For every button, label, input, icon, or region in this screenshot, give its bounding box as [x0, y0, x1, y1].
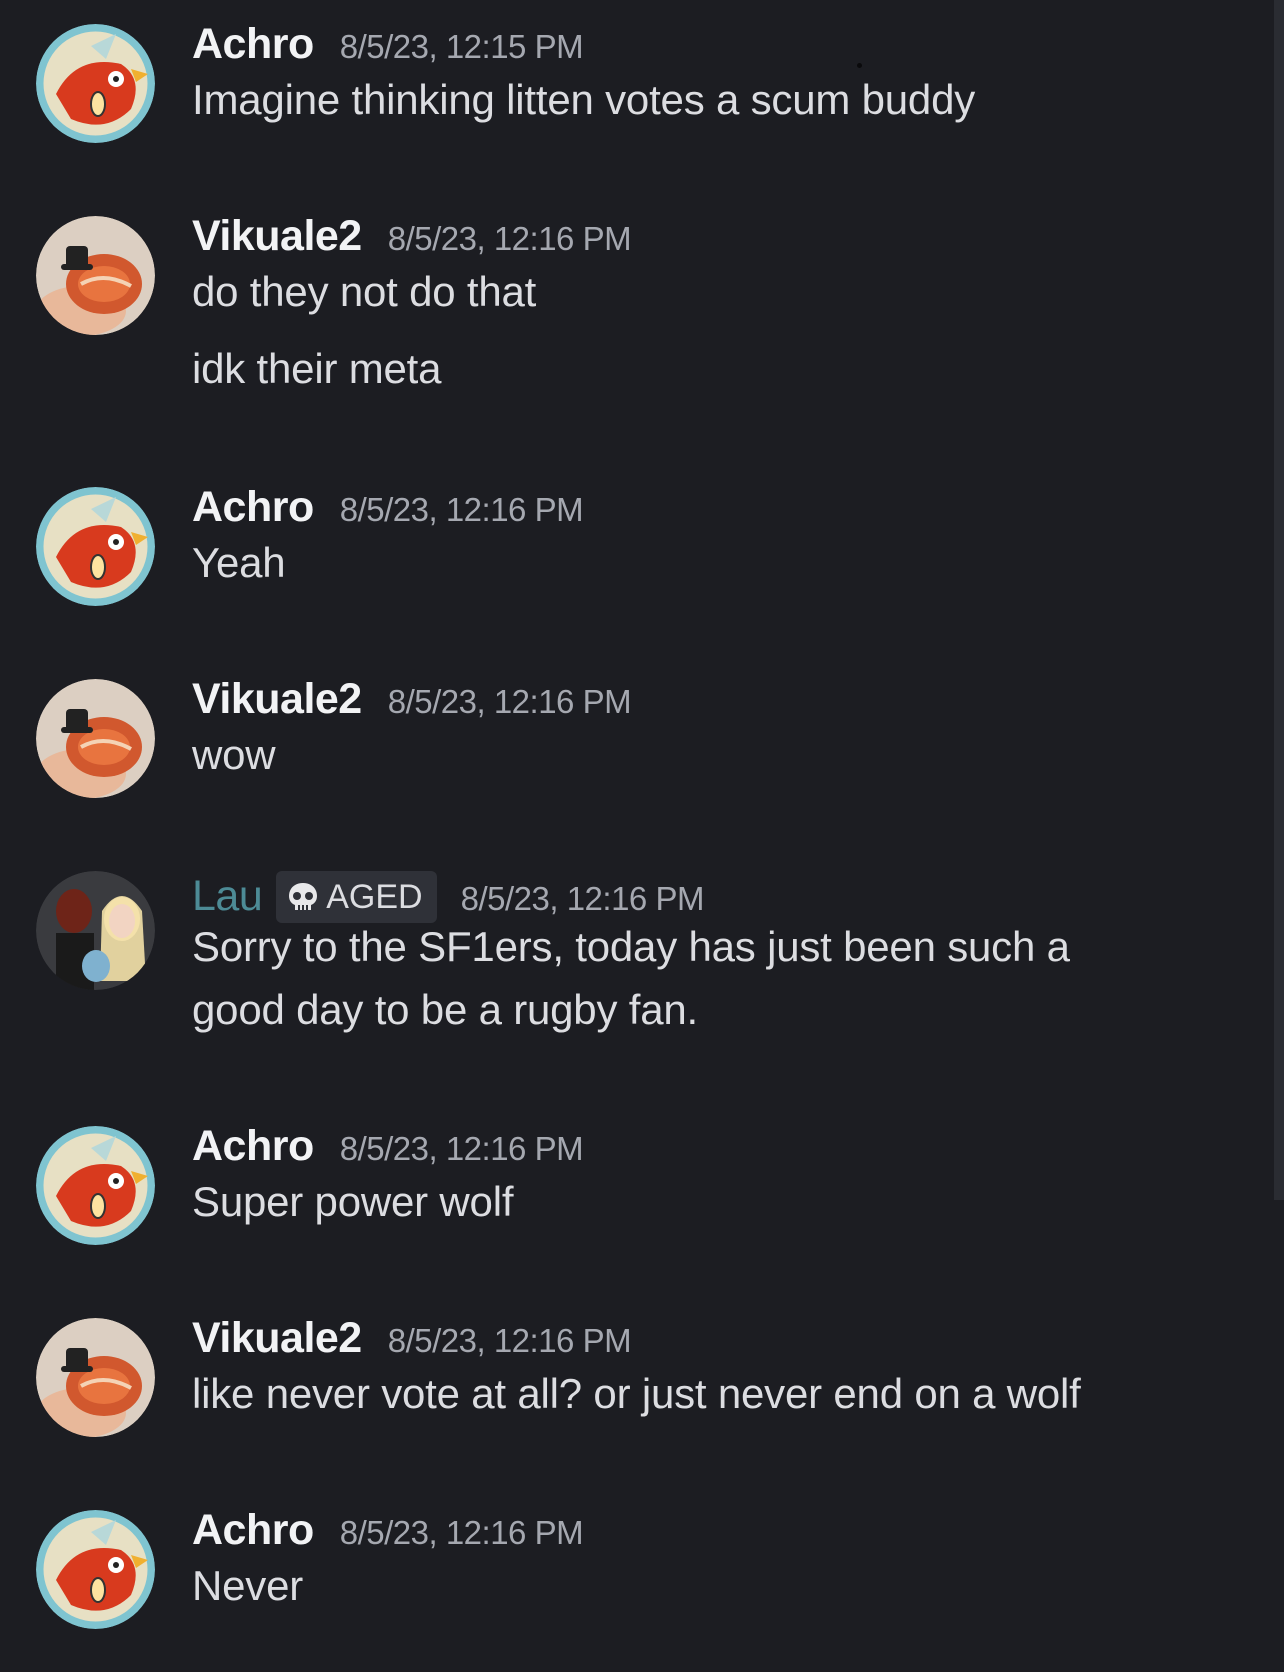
- username[interactable]: Vikuale2: [192, 212, 362, 261]
- message-text: do they not do that: [192, 268, 537, 315]
- message-text: Yeah: [192, 539, 286, 586]
- username[interactable]: Vikuale2: [192, 1314, 362, 1363]
- message-text: like never vote at all? or just never en…: [192, 1370, 1081, 1417]
- username[interactable]: Achro: [192, 1506, 314, 1555]
- timestamp: 8/5/23, 12:16 PM: [339, 1130, 584, 1167]
- username[interactable]: Lau: [192, 872, 263, 921]
- avatar[interactable]: [36, 679, 155, 798]
- avatar[interactable]: [36, 1510, 155, 1629]
- message-text: wow: [192, 731, 276, 778]
- username[interactable]: Achro: [192, 20, 314, 69]
- message-text: Super power wolf: [192, 1178, 514, 1225]
- message-text: Never: [192, 1562, 304, 1609]
- avatar[interactable]: [36, 487, 155, 606]
- timestamp: 8/5/23, 12:16 PM: [387, 1322, 632, 1359]
- message-text: good day to be a rugby fan.: [192, 986, 698, 1033]
- username[interactable]: Achro: [192, 1122, 314, 1171]
- timestamp: 8/5/23, 12:16 PM: [387, 683, 632, 720]
- avatar[interactable]: [36, 1318, 155, 1437]
- avatar[interactable]: [36, 871, 155, 990]
- skull-icon: [289, 883, 318, 910]
- username[interactable]: Achro: [192, 483, 314, 532]
- timestamp: 8/5/23, 12:16 PM: [339, 1514, 584, 1551]
- role-badge: AGED: [276, 871, 437, 923]
- message-text: idk their meta: [192, 345, 442, 392]
- timestamp: 8/5/23, 12:16 PM: [460, 880, 705, 917]
- avatar[interactable]: [36, 216, 155, 335]
- scrollbar[interactable]: [1274, 0, 1284, 1200]
- message-text: Imagine thinking litten votes a scum bud…: [192, 76, 976, 123]
- timestamp: 8/5/23, 12:15 PM: [339, 28, 584, 65]
- avatar[interactable]: [36, 1126, 155, 1245]
- timestamp: 8/5/23, 12:16 PM: [339, 491, 584, 528]
- timestamp: 8/5/23, 12:16 PM: [387, 220, 632, 257]
- badge-label: AGED: [326, 877, 423, 916]
- avatar[interactable]: [36, 24, 155, 143]
- username[interactable]: Vikuale2: [192, 675, 362, 724]
- message-text: Sorry to the SF1ers, today has just been…: [192, 923, 1070, 970]
